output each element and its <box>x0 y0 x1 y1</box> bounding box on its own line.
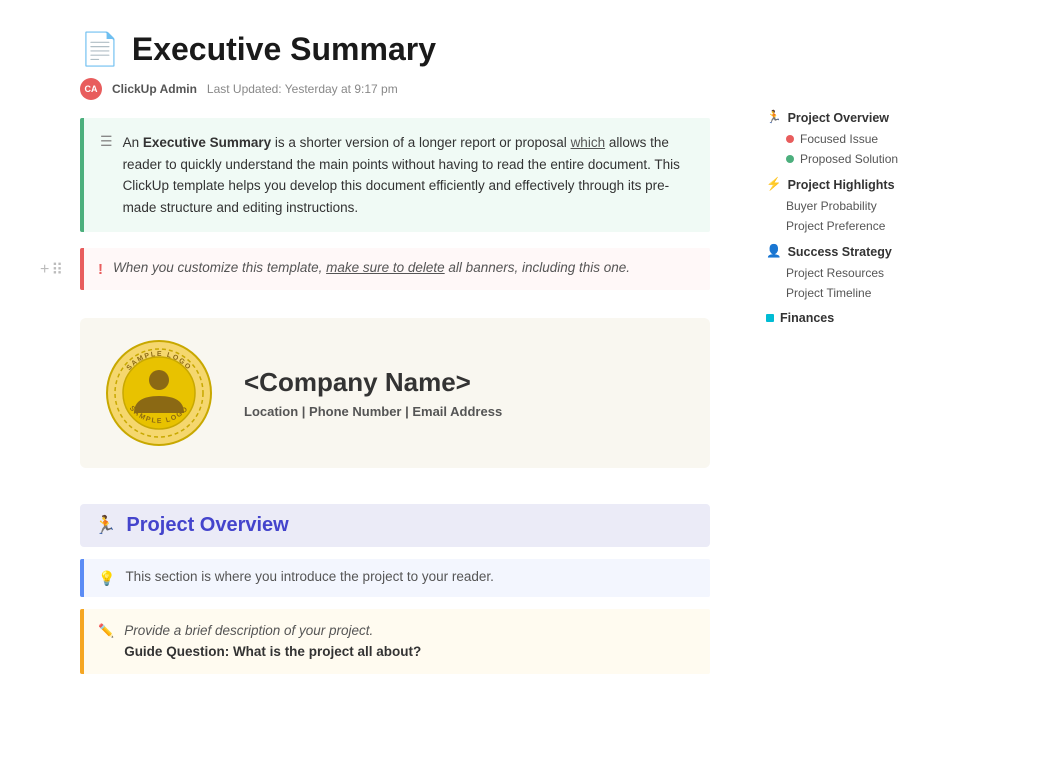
page-layout: 📄 Executive Summary CA ClickUp Admin Las… <box>0 0 1039 764</box>
guide-icon: ✏️ <box>98 623 114 639</box>
last-updated: Last Updated: Yesterday at 9:17 pm <box>207 82 398 96</box>
warning-row: + ⠿ ! When you customize this template, … <box>80 248 710 290</box>
executive-summary-bold: Executive Summary <box>143 135 271 150</box>
sidebar-item-project-overview[interactable]: 🏃 Project Overview <box>766 110 934 125</box>
info-block-text: An Executive Summary is a shorter versio… <box>123 132 694 218</box>
sidebar-item-project-preference[interactable]: Project Preference <box>766 216 934 236</box>
section-icon: 🏃 <box>94 515 116 536</box>
page-doc-icon: 📄 <box>80 30 120 68</box>
tip-icon: 💡 <box>98 570 115 587</box>
sidebar-item-project-resources[interactable]: Project Resources <box>766 263 934 283</box>
block-controls: + ⠿ <box>40 260 63 280</box>
section-title: Project Overview <box>126 514 288 537</box>
company-card: SAMPLE LOGO SAMPLE LOGO <Company Name> L… <box>80 318 710 468</box>
guide-block: ✏️ Provide a brief description of your p… <box>80 609 710 674</box>
proposed-solution-dot <box>786 155 794 163</box>
bolt-icon: ⚡ <box>766 177 782 192</box>
warning-text: When you customize this template, make s… <box>113 260 630 275</box>
meta-row: CA ClickUp Admin Last Updated: Yesterday… <box>80 78 710 100</box>
person-icon: 👤 <box>766 244 782 259</box>
project-overview-header: 🏃 Project Overview <box>80 504 710 547</box>
tip-block: 💡 This section is where you introduce th… <box>80 559 710 597</box>
delete-link[interactable]: make sure to delete <box>326 260 445 275</box>
warning-block: ! When you customize this template, make… <box>80 248 710 290</box>
tip-text: This section is where you introduce the … <box>125 569 493 584</box>
author-name[interactable]: ClickUp Admin <box>112 82 197 96</box>
sidebar-item-project-timeline[interactable]: Project Timeline <box>766 283 934 303</box>
sidebar-item-project-highlights[interactable]: ⚡ Project Highlights <box>766 177 934 192</box>
sidebar-item-proposed-solution[interactable]: Proposed Solution <box>766 149 934 169</box>
guide-text: Provide a brief description of your proj… <box>124 621 421 662</box>
info-block: ☰ An Executive Summary is a shorter vers… <box>80 118 710 232</box>
runner-icon: 🏃 <box>766 110 782 125</box>
focused-issue-dot <box>786 135 794 143</box>
drag-icon[interactable]: ⠿ <box>51 260 63 280</box>
main-content: 📄 Executive Summary CA ClickUp Admin Las… <box>0 0 750 764</box>
page-header: 📄 Executive Summary <box>80 30 710 68</box>
company-details: Location | Phone Number | Email Address <box>244 404 502 419</box>
sidebar-item-finances[interactable]: Finances <box>766 311 934 325</box>
company-logo: SAMPLE LOGO SAMPLE LOGO <box>104 338 214 448</box>
sidebar: 🏃 Project Overview Focused Issue Propose… <box>750 0 950 764</box>
avatar: CA <box>80 78 102 100</box>
page-title: Executive Summary <box>132 31 436 68</box>
company-info: <Company Name> Location | Phone Number |… <box>244 367 502 419</box>
plus-icon[interactable]: + <box>40 261 49 279</box>
warning-icon: ! <box>98 261 103 278</box>
guide-question: Guide Question: What is the project all … <box>124 644 421 659</box>
company-name[interactable]: <Company Name> <box>244 367 502 398</box>
sidebar-item-buyer-probability[interactable]: Buyer Probability <box>766 196 934 216</box>
sidebar-item-focused-issue[interactable]: Focused Issue <box>766 129 934 149</box>
sidebar-item-success-strategy[interactable]: 👤 Success Strategy <box>766 244 934 259</box>
which-link[interactable]: which <box>571 135 606 150</box>
finances-icon <box>766 314 774 322</box>
info-block-icon: ☰ <box>100 133 113 150</box>
